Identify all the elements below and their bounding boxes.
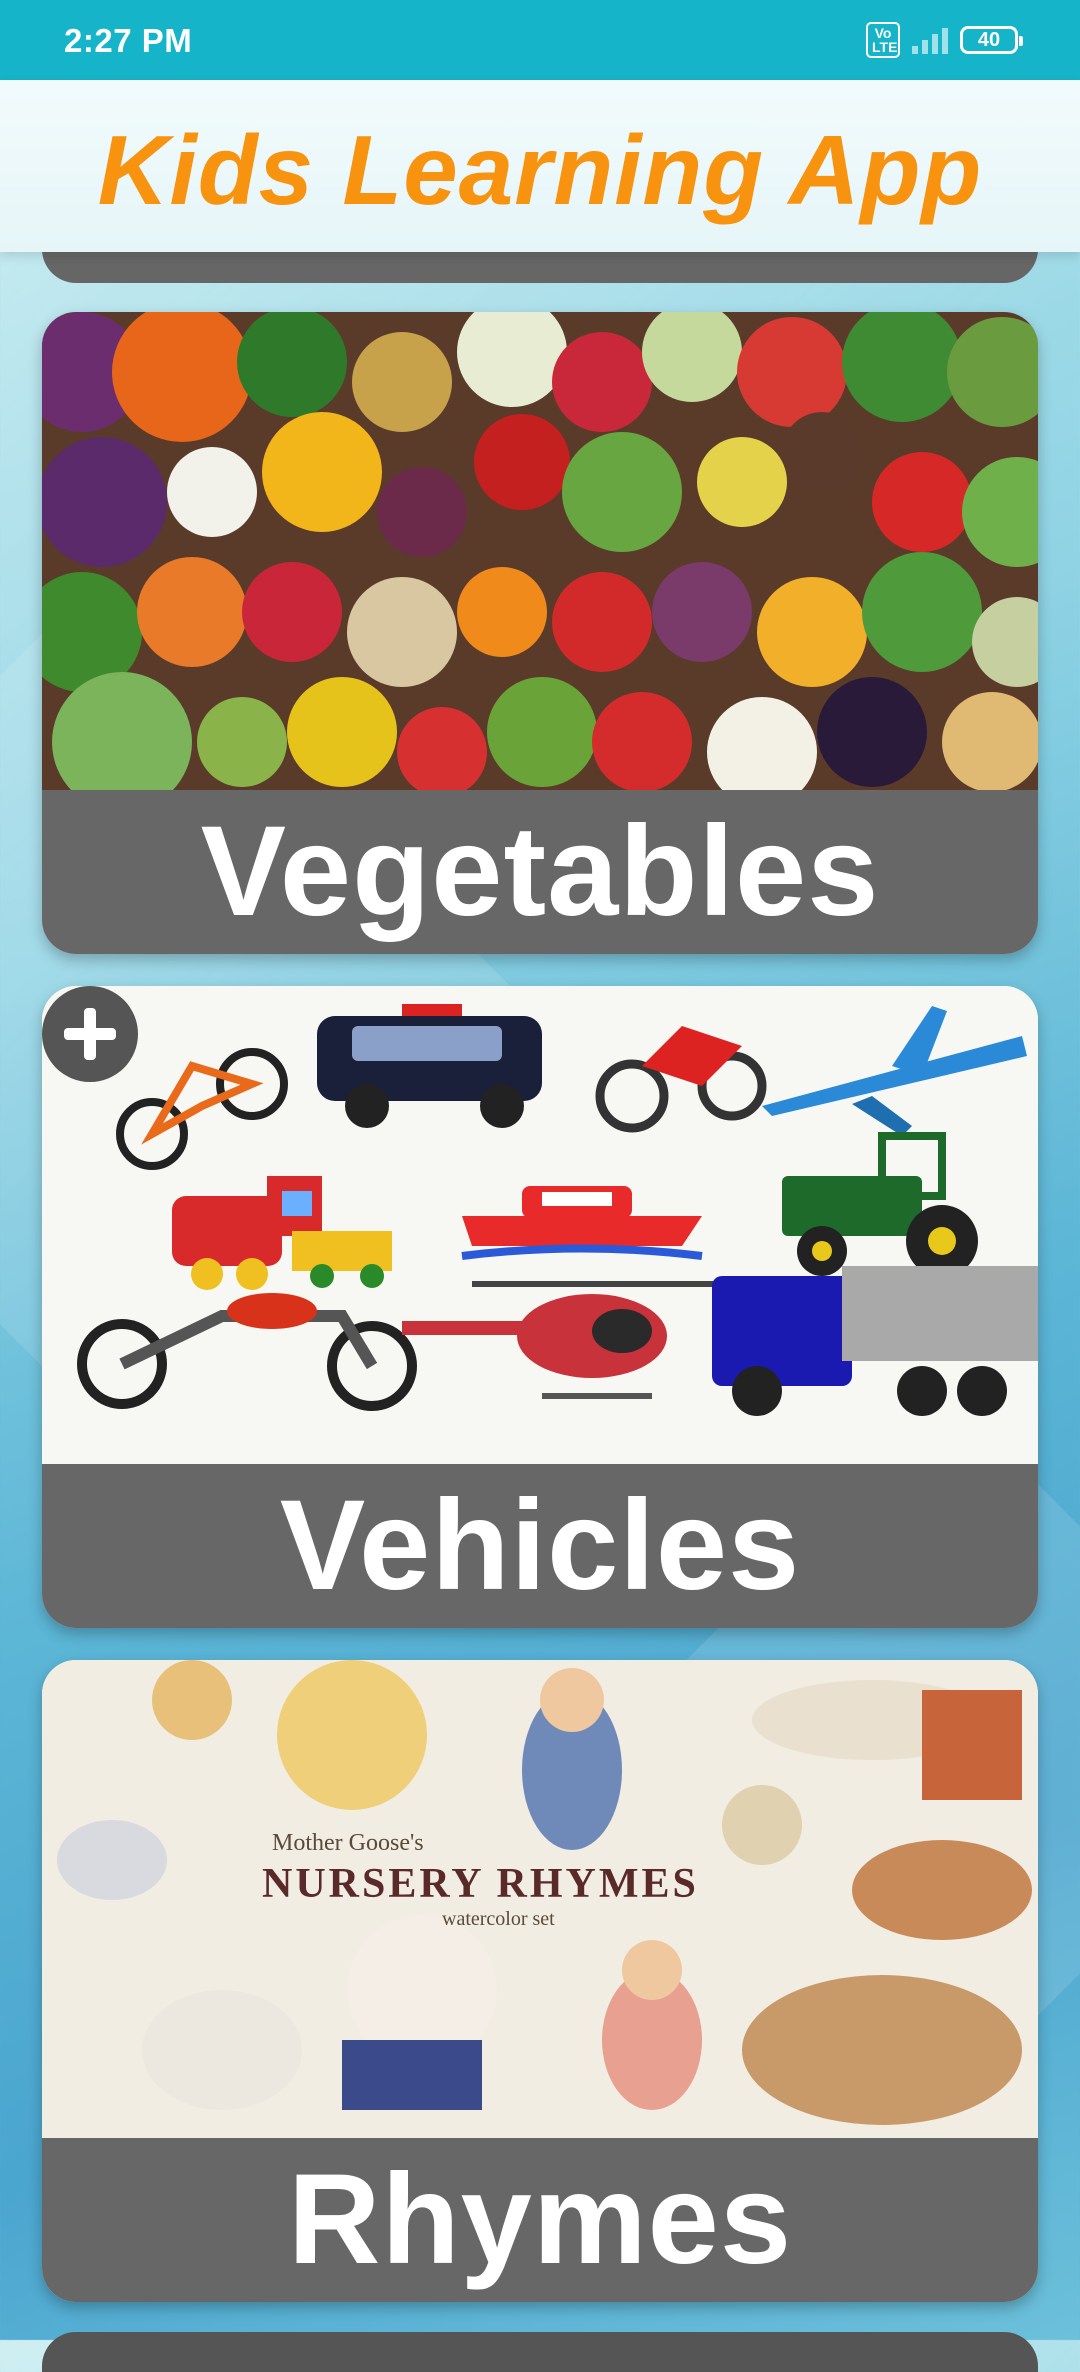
- airplane-icon: [762, 1006, 1027, 1136]
- chopper-motorcycle-icon: [77, 1293, 417, 1411]
- motorcycle-icon: [595, 1026, 767, 1133]
- police-car-icon: [317, 1004, 542, 1128]
- bicycle-icon: [116, 1048, 288, 1170]
- battery-icon: 40: [960, 26, 1023, 54]
- category-label: Vegetables: [42, 790, 1038, 954]
- status-time: 2:27 PM: [64, 22, 193, 59]
- rhymes-heading: NURSERY RHYMES: [262, 1861, 699, 1907]
- next-card-stub[interactable]: [42, 2332, 1038, 2372]
- vehicles-image: [42, 986, 1038, 1464]
- category-label: Vehicles: [42, 1464, 1038, 1628]
- truck-icon: [712, 1266, 1038, 1416]
- boat-icon: [461, 1186, 703, 1260]
- signal-icon: [912, 26, 948, 54]
- category-card-vegetables[interactable]: Vegetables: [42, 312, 1038, 954]
- helicopter-icon: [402, 1281, 722, 1399]
- tractor-icon: [782, 1132, 978, 1277]
- app-header: Kids Learning App: [0, 80, 1080, 252]
- app-title: Kids Learning App: [97, 115, 983, 225]
- volte-icon: Vo LTE: [866, 22, 900, 58]
- status-bar: 2:27 PM Vo LTE 40: [0, 0, 1080, 80]
- status-icons: Vo LTE 40: [866, 22, 1023, 58]
- category-card-rhymes[interactable]: Mother Goose's NURSERY RHYMES watercolor…: [42, 1660, 1038, 2302]
- add-icon[interactable]: [42, 986, 138, 1082]
- category-label: Rhymes: [42, 2138, 1038, 2302]
- train-icon: [172, 1176, 392, 1290]
- category-card-vehicles[interactable]: Vehicles: [42, 986, 1038, 1628]
- rhymes-caption: watercolor set: [442, 1908, 555, 1930]
- nursery-rhymes-image: Mother Goose's NURSERY RHYMES watercolor…: [42, 1660, 1038, 2138]
- vegetables-image: [42, 312, 1038, 790]
- rhymes-subtitle: Mother Goose's: [272, 1830, 424, 1856]
